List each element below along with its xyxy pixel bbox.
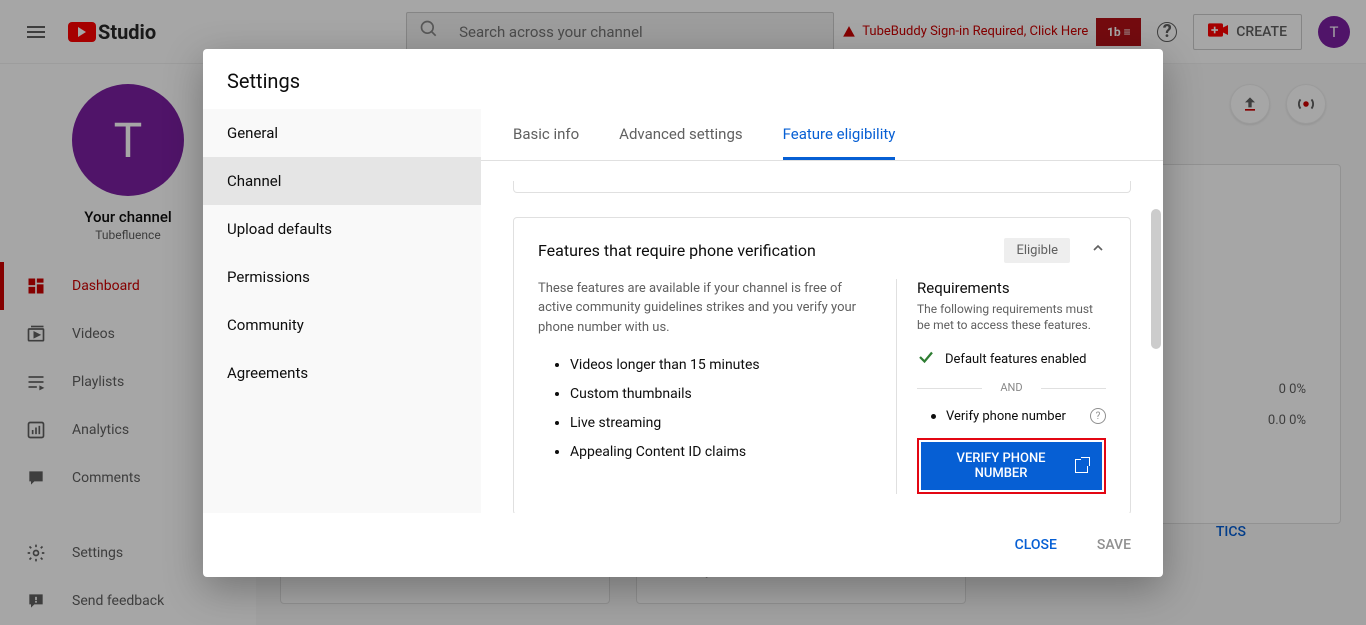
tab-basic-info[interactable]: Basic info — [513, 109, 579, 160]
dnav-channel[interactable]: Channel — [203, 157, 481, 205]
check-icon — [917, 348, 935, 371]
scrollbar-thumb[interactable] — [1151, 209, 1161, 349]
dialog-content: Basic info Advanced settings Feature eli… — [481, 109, 1163, 513]
dnav-general[interactable]: General — [203, 109, 481, 157]
dialog-title: Settings — [203, 49, 1163, 109]
content-area: Features that require phone verification… — [481, 161, 1163, 513]
requirements-title: Requirements — [917, 279, 1106, 297]
tab-advanced-settings[interactable]: Advanced settings — [619, 109, 742, 160]
phone-verification-card: Features that require phone verification… — [513, 217, 1131, 513]
card-description: These features are available if your cha… — [538, 279, 876, 338]
dnav-upload-defaults[interactable]: Upload defaults — [203, 205, 481, 253]
dnav-agreements[interactable]: Agreements — [203, 349, 481, 397]
verify-label: VERIFY PHONE NUMBER — [935, 451, 1067, 481]
dialog-actions: CLOSE SAVE — [203, 513, 1163, 577]
card-title: Features that require phone verification — [538, 241, 816, 260]
requirement-enabled: Default features enabled — [917, 348, 1106, 371]
dnav-community[interactable]: Community — [203, 301, 481, 349]
collapse-toggle[interactable] — [1090, 240, 1106, 260]
requirement-text: Verify phone number — [946, 409, 1066, 424]
eligibility-chip: Eligible — [1004, 238, 1070, 263]
requirement-text: Default features enabled — [945, 352, 1087, 367]
feature-item: Appealing Content ID claims — [570, 438, 876, 467]
requirement-verify: Verify phone number ? — [917, 408, 1106, 424]
bullet-icon — [931, 414, 936, 419]
dnav-permissions[interactable]: Permissions — [203, 253, 481, 301]
chevron-up-icon — [1090, 240, 1106, 256]
verify-phone-button[interactable]: VERIFY PHONE NUMBER — [921, 442, 1102, 490]
modal-overlay: Settings General Channel Upload defaults… — [0, 0, 1366, 625]
close-button[interactable]: CLOSE — [1007, 529, 1065, 561]
feature-item: Custom thumbnails — [570, 380, 876, 409]
save-button[interactable]: SAVE — [1089, 529, 1139, 561]
open-external-icon — [1075, 459, 1088, 473]
feature-item: Videos longer than 15 minutes — [570, 351, 876, 380]
dialog-nav: General Channel Upload defaults Permissi… — [203, 109, 481, 513]
feature-list: Videos longer than 15 minutes Custom thu… — [538, 351, 876, 467]
settings-dialog: Settings General Channel Upload defaults… — [203, 49, 1163, 577]
requirements-column: Requirements The following requirements … — [896, 279, 1106, 495]
help-icon[interactable]: ? — [1090, 408, 1106, 424]
tabs: Basic info Advanced settings Feature eli… — [481, 109, 1163, 161]
tab-feature-eligibility[interactable]: Feature eligibility — [783, 109, 896, 160]
previous-card-edge — [513, 181, 1131, 193]
features-column: These features are available if your cha… — [538, 279, 896, 495]
and-separator: AND — [917, 381, 1106, 394]
feature-item: Live streaming — [570, 409, 876, 438]
requirements-subtitle: The following requirements must be met t… — [917, 301, 1106, 335]
verify-highlight: VERIFY PHONE NUMBER — [917, 438, 1106, 494]
